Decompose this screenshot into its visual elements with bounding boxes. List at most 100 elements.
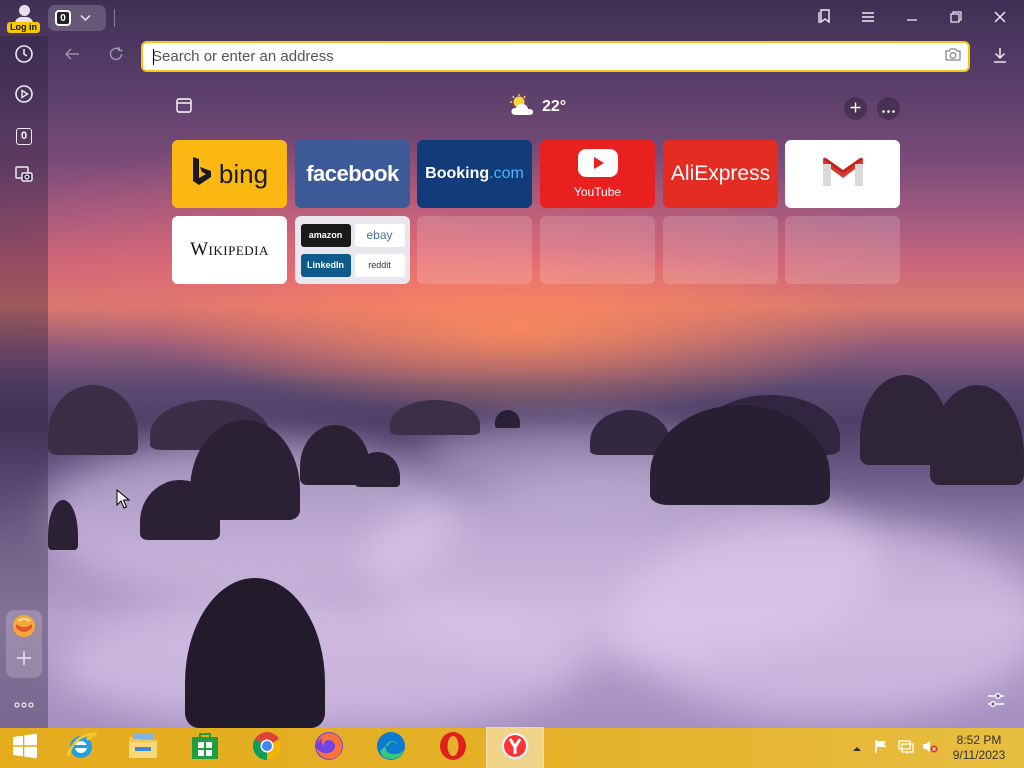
taskbar-edge[interactable]	[363, 728, 419, 768]
chevron-down-icon	[80, 11, 91, 25]
tile-empty[interactable]	[540, 216, 655, 284]
yandex-browser-icon	[500, 731, 530, 766]
more-dots-icon	[14, 695, 34, 713]
arrow-left-icon	[64, 47, 80, 66]
address-input[interactable]	[143, 43, 938, 70]
tile-gmail[interactable]	[785, 140, 900, 208]
add-sidebar-app-button[interactable]	[10, 646, 38, 674]
alice-assistant-button[interactable]	[10, 614, 38, 642]
temperature: 22°	[542, 98, 567, 115]
screenshot-button[interactable]	[10, 162, 38, 190]
tile-booking[interactable]: Booking .com	[417, 140, 532, 208]
tiles-more-button[interactable]	[877, 97, 900, 120]
tile-group[interactable]: amazon ebay LinkedIn reddit	[295, 216, 410, 284]
image-search-button[interactable]	[938, 43, 968, 70]
taskbar: 8:52 PM 9/11/2023	[0, 727, 1024, 768]
login-button[interactable]: Log in	[6, 4, 42, 33]
taskbar-firefox[interactable]	[301, 728, 357, 768]
camera-icon	[944, 47, 962, 67]
tile-layout-button[interactable]	[173, 97, 195, 119]
sidebar-more-button[interactable]	[10, 690, 38, 718]
window-icon	[176, 98, 192, 118]
bookmarks-icon	[817, 8, 831, 28]
tile-label-suffix: .com	[489, 165, 524, 182]
tile-wikipedia[interactable]: Wikipedia	[172, 216, 287, 284]
tile-label: Booking	[425, 165, 490, 182]
sidebar-apps-panel	[6, 610, 42, 678]
history-button[interactable]	[10, 42, 38, 70]
clock-date: 9/11/2023	[952, 748, 1006, 762]
weather-widget[interactable]: 22°	[507, 93, 566, 121]
mini-tile-reddit[interactable]: reddit	[354, 253, 405, 277]
tile-facebook[interactable]: facebook	[295, 140, 410, 208]
tile-empty[interactable]	[663, 216, 778, 284]
volume-button[interactable]	[921, 728, 939, 768]
tile-label: AliExpress	[670, 162, 771, 185]
chevron-up-icon	[852, 741, 862, 755]
close-button[interactable]	[985, 4, 1015, 32]
tile-empty[interactable]	[417, 216, 532, 284]
more-dots-icon	[882, 100, 895, 117]
tabs-counter-button[interactable]: 0	[48, 5, 106, 31]
tile-label: bing	[218, 158, 269, 189]
network-button[interactable]	[896, 728, 916, 768]
tabs-count: 0	[55, 10, 71, 26]
taskbar-file-explorer[interactable]	[115, 728, 171, 768]
sidebar-tabs-count: 0	[16, 127, 32, 145]
firefox-icon	[313, 730, 345, 767]
windows-logo-icon	[12, 733, 38, 764]
bing-logo-icon	[191, 156, 213, 193]
sliders-icon	[987, 691, 1005, 714]
flag-icon	[874, 739, 888, 757]
minimize-icon	[906, 10, 918, 27]
back-button[interactable]	[59, 43, 85, 69]
title-bar: Log in 0	[0, 0, 1024, 36]
download-icon	[993, 47, 1007, 68]
avatar-icon	[18, 5, 30, 16]
taskbar-chrome[interactable]	[239, 728, 295, 768]
add-tile-button[interactable]	[844, 97, 867, 120]
tile-label: Wikipedia	[190, 239, 269, 260]
tile-bing[interactable]: bing	[172, 140, 287, 208]
minimize-button[interactable]	[897, 4, 927, 32]
gmail-logo-icon	[821, 156, 865, 193]
address-bar	[141, 41, 970, 72]
alice-icon	[12, 614, 36, 643]
taskbar-store[interactable]	[177, 728, 233, 768]
play-icon	[14, 84, 34, 109]
tile-empty[interactable]	[785, 216, 900, 284]
taskbar-opera[interactable]	[425, 728, 481, 768]
tray-overflow-button[interactable]	[850, 728, 864, 768]
internet-explorer-icon	[65, 730, 100, 767]
close-icon	[994, 10, 1006, 27]
screenshot-icon	[14, 164, 34, 189]
tile-label: YouTube	[573, 185, 622, 199]
plus-icon	[850, 100, 861, 117]
tabs-button[interactable]: 0	[10, 122, 38, 150]
restore-button[interactable]	[941, 4, 971, 32]
taskbar-yandex-browser[interactable]	[486, 727, 544, 768]
taskbar-internet-explorer[interactable]	[53, 728, 109, 768]
clock-time: 8:52 PM	[956, 733, 1002, 747]
clock[interactable]: 8:52 PM 9/11/2023	[944, 733, 1014, 763]
tile-youtube[interactable]: YouTube	[540, 140, 655, 208]
downloads-button[interactable]	[986, 43, 1014, 71]
mini-tile-linkedin[interactable]: LinkedIn	[300, 253, 351, 277]
login-label: Log in	[7, 22, 40, 33]
reload-button[interactable]	[103, 43, 129, 69]
customize-button[interactable]	[985, 690, 1007, 714]
action-center-button[interactable]	[872, 728, 890, 768]
partly-cloudy-icon	[507, 93, 537, 122]
plus-icon	[16, 650, 32, 671]
menu-button[interactable]	[853, 4, 883, 32]
file-explorer-icon	[127, 731, 159, 766]
media-button[interactable]	[10, 82, 38, 110]
youtube-logo-icon	[577, 149, 618, 182]
mini-tile-ebay[interactable]: ebay	[354, 223, 405, 247]
start-button[interactable]	[0, 728, 50, 768]
network-icon	[898, 739, 914, 757]
edge-icon	[375, 730, 407, 767]
mini-tile-amazon[interactable]: amazon	[300, 223, 351, 247]
bookmarks-button[interactable]	[809, 4, 839, 32]
tile-aliexpress[interactable]: AliExpress	[663, 140, 778, 208]
